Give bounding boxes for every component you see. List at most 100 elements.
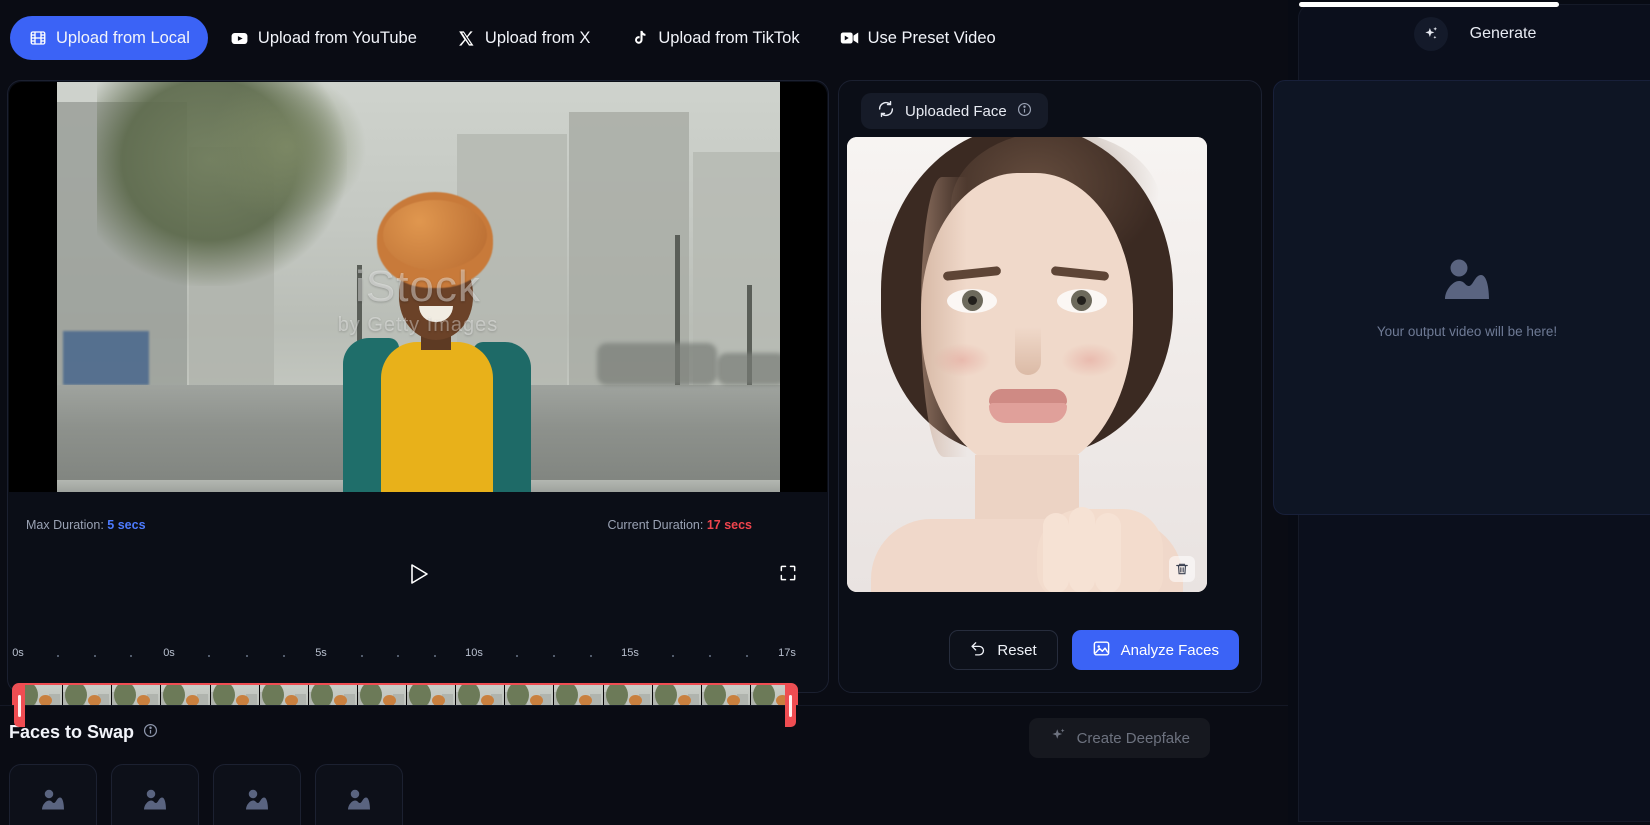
portrait-pupil [1077, 296, 1086, 305]
x-icon [457, 29, 476, 48]
portrait-pupil [968, 296, 977, 305]
face-slot[interactable] [9, 764, 97, 825]
max-duration-label: Max Duration: [26, 518, 104, 532]
tab-label: Upload from TikTok [658, 28, 800, 47]
tab-upload-from-local[interactable]: Upload from Local [10, 16, 208, 60]
video-transport-bar [8, 551, 830, 601]
trim-handle-left[interactable] [14, 685, 25, 727]
video-stage[interactable]: iStock by Getty Images [9, 82, 827, 492]
blurred-car [716, 353, 780, 386]
main-column: Upload from Local Upload from YouTube Up… [0, 0, 1288, 825]
timeline-ruler: 0s 0s 5s 10s 15s 17s [8, 647, 808, 673]
ruler-tick-dot [283, 655, 285, 657]
ruler-tick-dot [434, 655, 436, 657]
create-deepfake-label: Create Deepfake [1076, 729, 1190, 747]
subject-hair [376, 192, 493, 288]
sparkle-icon [1049, 727, 1067, 749]
faces-to-swap-heading: Faces to Swap [9, 722, 158, 743]
info-icon[interactable] [1017, 102, 1032, 121]
uploaded-face-label: Uploaded Face [905, 102, 1007, 120]
generate-label: Generate [1469, 25, 1537, 42]
ruler-tick-dot [746, 655, 748, 657]
ruler-tick-dot [553, 655, 555, 657]
ruler-tick-label: 0s [163, 647, 175, 659]
uploaded-face-panel: Uploaded Face Reset Analyze Faces [838, 80, 1262, 693]
person-placeholder-icon [346, 788, 372, 817]
sparkle-icon[interactable] [1413, 17, 1448, 51]
current-duration-value: 17 secs [706, 518, 752, 532]
subject-shirt [380, 342, 493, 492]
ruler-tick-dot [208, 655, 210, 657]
fullscreen-icon[interactable] [778, 563, 798, 588]
ruler-tick-dot [672, 655, 674, 657]
face-slot[interactable] [213, 764, 301, 825]
trim-handle-right[interactable] [785, 685, 796, 727]
tab-label: Upload from X [484, 28, 591, 47]
analyze-faces-button[interactable]: Analyze Faces [1071, 630, 1239, 670]
analyze-faces-label: Analyze Faces [1120, 641, 1219, 659]
face-slot[interactable] [111, 764, 199, 825]
create-deepfake-button[interactable]: Create Deepfake [1028, 718, 1210, 758]
output-top-accent-bar [1299, 2, 1559, 7]
swap-refresh-icon [877, 100, 895, 122]
output-preview-placeholder: Your output video will be here! [1273, 80, 1650, 515]
undo-icon [970, 640, 987, 661]
reset-button[interactable]: Reset [949, 630, 1058, 670]
ruler-tick-label: 5s [315, 647, 327, 659]
face-slot[interactable] [315, 764, 403, 825]
play-icon[interactable] [408, 562, 430, 591]
filmstrip-icon [28, 29, 47, 48]
face-slot-list [9, 764, 403, 825]
uploaded-face-image[interactable] [847, 137, 1207, 592]
tab-upload-from-x[interactable]: Upload from X [439, 16, 608, 60]
image-icon [1092, 639, 1111, 662]
tab-label: Use Preset Video [867, 28, 996, 47]
ruler-tick-label: 17s [778, 647, 796, 659]
tab-label: Upload from Local [56, 28, 190, 47]
video-editor-card: iStock by Getty Images Max Duration: 5 s… [7, 80, 830, 729]
video-frame: iStock by Getty Images [56, 82, 780, 492]
tab-label: Upload from YouTube [257, 28, 417, 47]
info-icon[interactable] [143, 722, 158, 743]
portrait-finger [1095, 513, 1121, 592]
portrait-lower-lip [989, 403, 1067, 423]
ruler-tick-dot [361, 655, 363, 657]
portrait-nose [1015, 327, 1041, 375]
reset-label: Reset [997, 641, 1037, 659]
person-placeholder-icon [244, 788, 270, 817]
tab-use-preset-video[interactable]: Use Preset Video [822, 16, 1014, 60]
tab-upload-from-youtube[interactable]: Upload from YouTube [212, 16, 435, 60]
ruler-tick-dot [94, 655, 96, 657]
portrait-finger [1043, 513, 1069, 592]
trash-icon[interactable] [1169, 556, 1195, 582]
ruler-tick-dot [590, 655, 592, 657]
ruler-tick-dot [516, 655, 518, 657]
uploaded-face-chip[interactable]: Uploaded Face [861, 93, 1048, 129]
person-placeholder-icon [142, 788, 168, 817]
ruler-tick-label: 10s [465, 647, 483, 659]
ruler-tick-dot [130, 655, 132, 657]
portrait-blush [1061, 343, 1119, 377]
subject-smile [418, 306, 453, 322]
tab-upload-from-tiktok[interactable]: Upload from TikTok [612, 16, 817, 60]
ruler-tick-label: 15s [621, 647, 639, 659]
output-placeholder-text: Your output video will be here! [1376, 323, 1558, 339]
output-panel: Generate Your output video will be here! [1273, 0, 1650, 825]
generate-row: Generate [1299, 13, 1650, 55]
ruler-tick-dot [57, 655, 59, 657]
portrait-blush [933, 343, 991, 377]
blurred-car [596, 343, 717, 386]
ruler-tick-dot [709, 655, 711, 657]
video-camera-icon [840, 29, 859, 48]
app-root: Upload from Local Upload from YouTube Up… [0, 0, 1650, 825]
max-duration-value: 5 secs [107, 518, 146, 532]
street-object [62, 331, 149, 386]
portrait-shading [921, 177, 967, 457]
faces-to-swap-title: Faces to Swap [9, 722, 135, 742]
current-duration-label: Current Duration: [607, 518, 704, 532]
tiktok-icon [630, 29, 649, 48]
face-panel-actions: Reset Analyze Faces [949, 630, 1239, 670]
duration-row: Max Duration: 5 secs Current Duration: 1… [8, 513, 830, 537]
faces-to-swap-section: Faces to Swap Create Deepfake [0, 705, 1288, 825]
ruler-tick-label: 0s [12, 647, 24, 659]
